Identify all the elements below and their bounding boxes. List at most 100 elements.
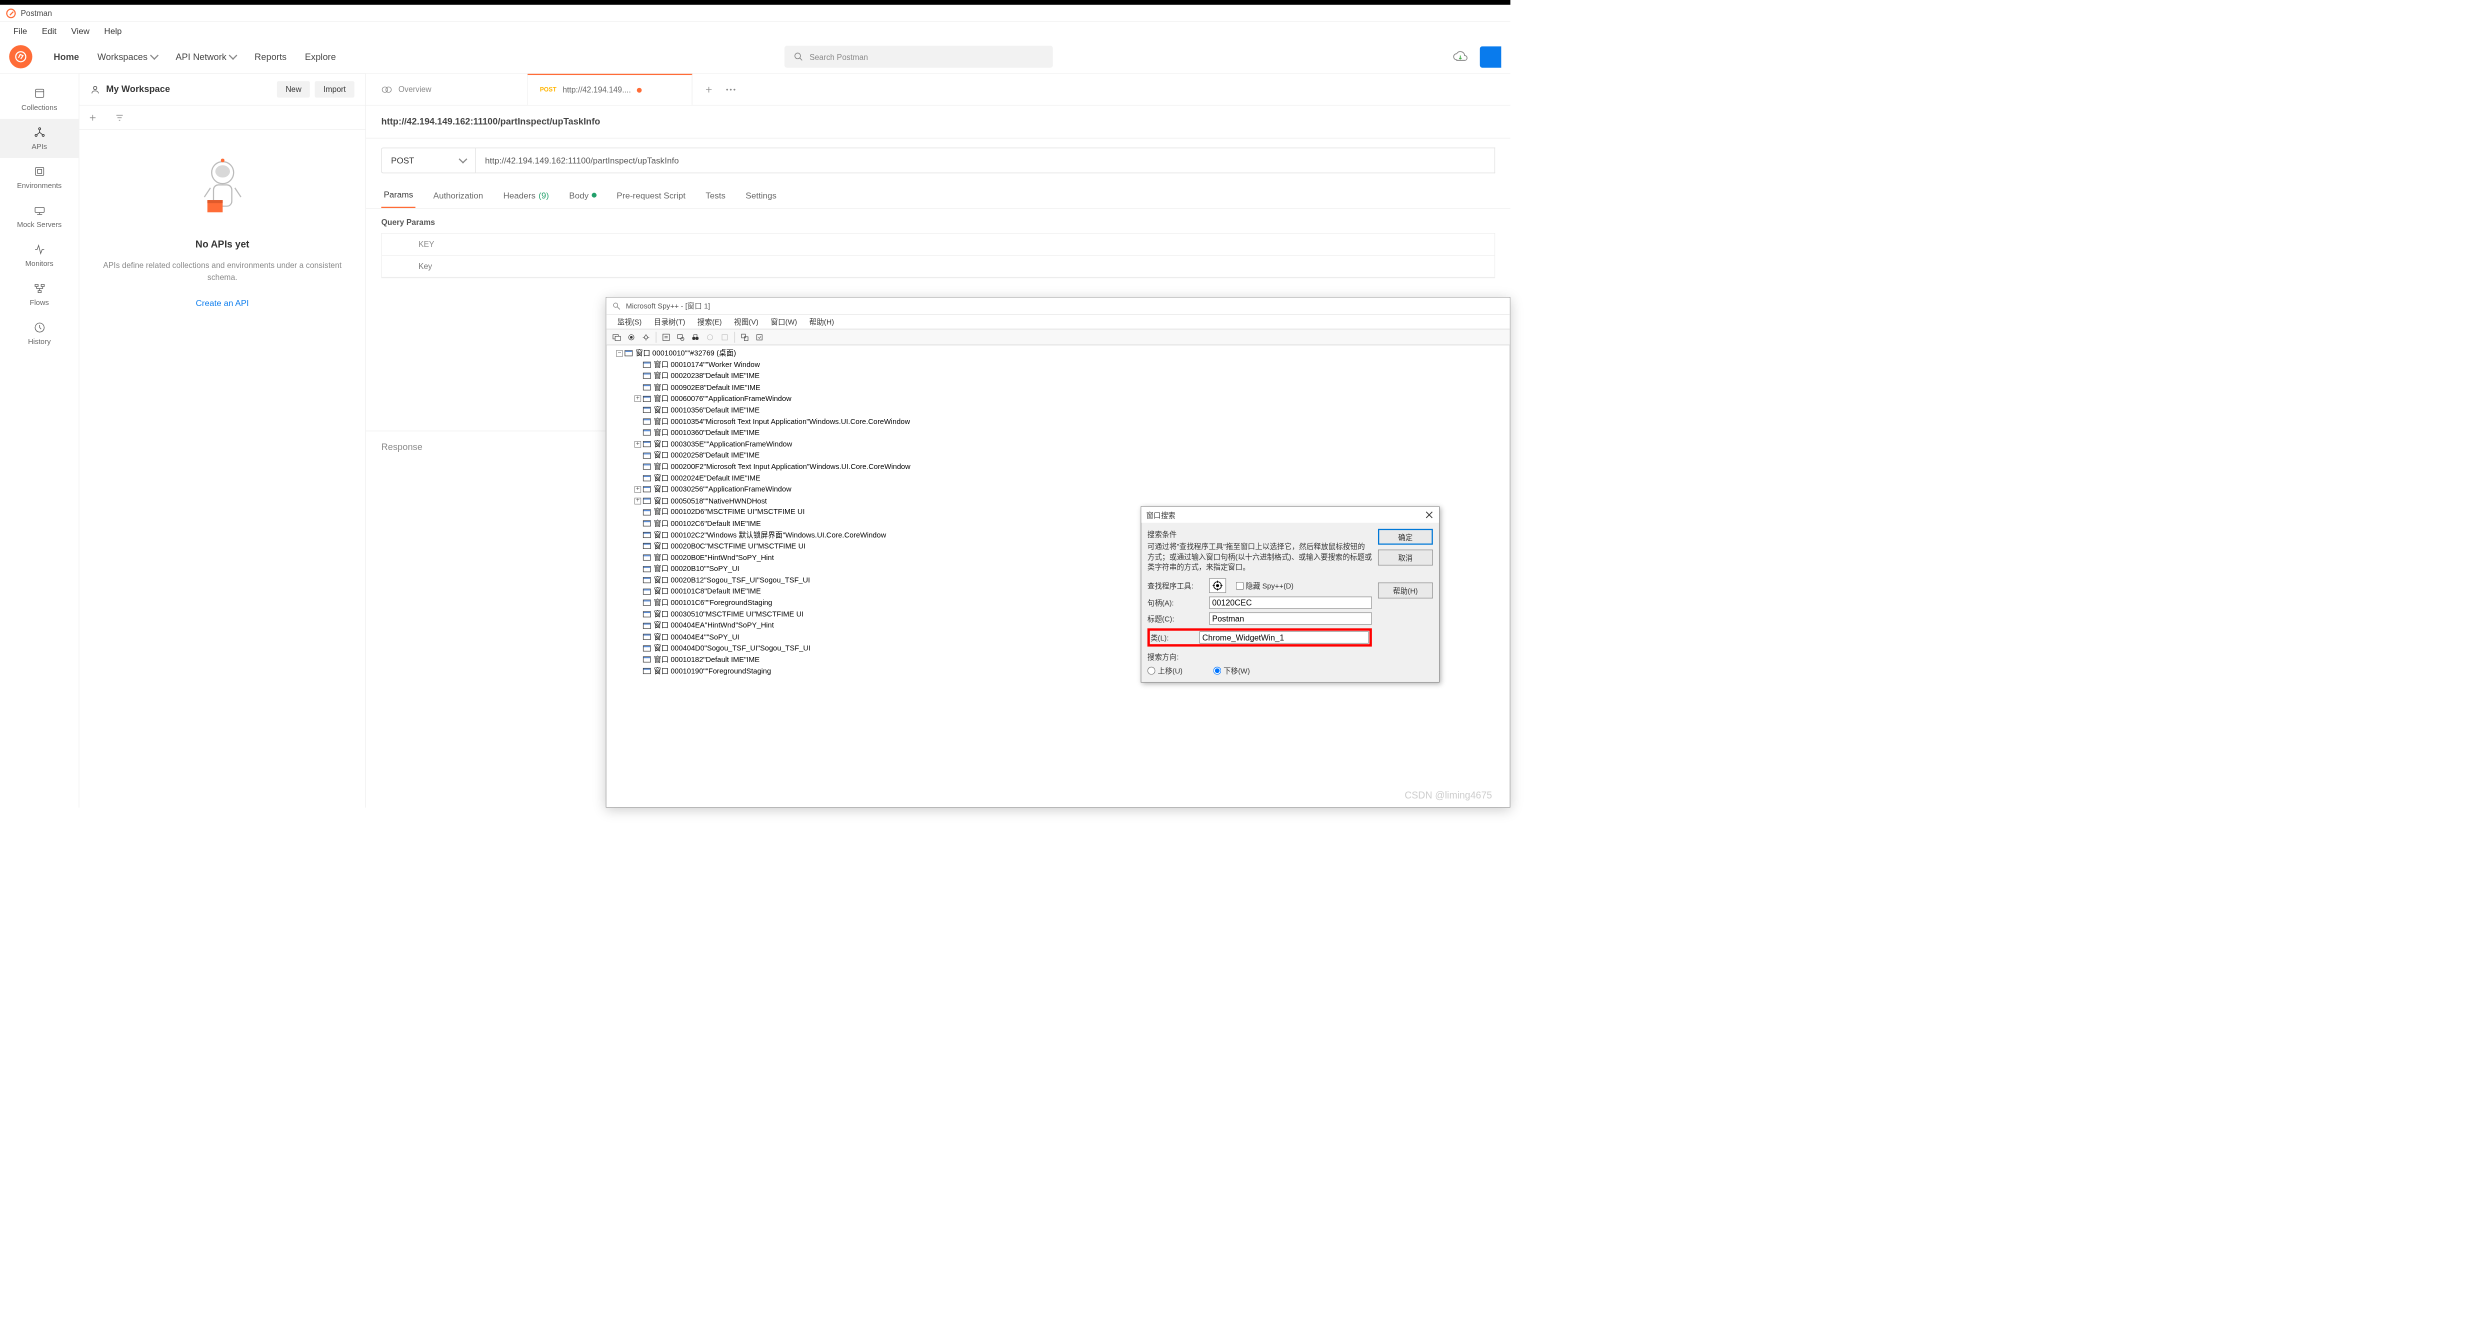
tab-overview[interactable]: Overview	[369, 74, 528, 105]
direction-up[interactable]: 上移(U)	[1147, 666, 1182, 676]
tree-expander-icon[interactable]: +	[634, 441, 641, 448]
hide-spy-checkbox-input[interactable]	[1236, 582, 1244, 590]
ok-button[interactable]: 确定	[1378, 529, 1433, 545]
close-button[interactable]	[1424, 510, 1434, 520]
tree-node[interactable]: 窗口 00010356"Default IME"IME	[611, 404, 1505, 415]
subtab-tests[interactable]: Tests	[703, 182, 728, 208]
subtab-settings[interactable]: Settings	[743, 182, 779, 208]
nav-home[interactable]: Home	[45, 52, 89, 62]
cancel-button[interactable]: 取消	[1378, 550, 1433, 566]
sync-button[interactable]	[1449, 46, 1470, 67]
subtab-prerequest[interactable]: Pre-request Script	[614, 182, 688, 208]
tree-node[interactable]: +窗口 00060076""ApplicationFrameWindow	[611, 393, 1505, 404]
tree-node[interactable]: 窗口 00010174""Worker Window	[611, 359, 1505, 370]
tb-properties-icon[interactable]	[738, 331, 751, 343]
up-radio[interactable]	[1147, 667, 1155, 675]
spy-menu-view[interactable]: 视图(V)	[728, 317, 765, 327]
class-input[interactable]	[1199, 632, 1369, 644]
tree-node[interactable]: −窗口 00010010""#32769 (桌面)	[611, 348, 1505, 359]
table-row[interactable]	[382, 256, 1495, 278]
window-search-dialog[interactable]: 窗口搜索 搜索条件 可通过将"查找程序工具"拖至窗口上以选择它，然后释放鼠标按钮…	[1141, 506, 1440, 683]
tree-node[interactable]: + 窗口 00030256""ApplicationFrameWindow	[611, 484, 1505, 495]
tree-expander-icon[interactable]: −	[616, 350, 623, 357]
spy-title-bar[interactable]: Microsoft Spy++ - [窗口 1]	[606, 298, 1509, 315]
help-button[interactable]: 帮助(H)	[1378, 583, 1433, 599]
spy-menu-watch[interactable]: 监视(S)	[611, 317, 648, 327]
subtab-headers[interactable]: Headers (9)	[501, 182, 552, 208]
tb-log-icon[interactable]	[659, 331, 672, 343]
rail-flows-label: Flows	[30, 298, 49, 307]
tree-node-label: 窗口 00030256""ApplicationFrameWindow	[654, 484, 791, 495]
tb-processes-icon[interactable]	[625, 331, 638, 343]
down-radio[interactable]	[1213, 667, 1221, 675]
postman-small-logo-icon	[6, 8, 16, 18]
spy-menu-search[interactable]: 搜索(E)	[691, 317, 728, 327]
nav-api-network-label: API Network	[176, 52, 227, 62]
rail-apis[interactable]: APIs	[0, 119, 79, 158]
subtab-params[interactable]: Params	[381, 182, 415, 208]
invite-button[interactable]	[1480, 46, 1501, 67]
menu-help[interactable]: Help	[97, 26, 129, 36]
rail-monitors[interactable]: Monitors	[0, 236, 79, 275]
direction-down[interactable]: 下移(W)	[1213, 666, 1250, 676]
tree-node[interactable]: 窗口 0002024E"Default IME"IME	[611, 472, 1505, 483]
tb-binoculars-icon[interactable]	[689, 331, 702, 343]
tree-node[interactable]: 窗口 00020258"Default IME"IME	[611, 450, 1505, 461]
url-input[interactable]: http://42.194.149.162:11100/partInspect/…	[476, 148, 1495, 174]
handle-input[interactable]	[1209, 597, 1372, 609]
dialog-title-bar[interactable]: 窗口搜索	[1141, 507, 1439, 523]
spy-menu-help[interactable]: 帮助(H)	[803, 317, 840, 327]
finder-tool[interactable]	[1209, 579, 1226, 594]
tree-expander-icon[interactable]: +	[634, 486, 641, 493]
tree-node[interactable]: 窗口 000902E8"Default IME"IME	[611, 382, 1505, 393]
tree-expander-icon[interactable]: +	[634, 497, 641, 504]
menu-view[interactable]: View	[64, 26, 97, 36]
tree-node[interactable]: 窗口 000200F2"Microsoft Text Input Applica…	[611, 461, 1505, 472]
tab-options-button[interactable]	[725, 88, 736, 92]
postman-logo-icon[interactable]	[9, 45, 32, 68]
tb-threads-icon[interactable]	[639, 331, 652, 343]
new-tab-button[interactable]	[705, 85, 714, 94]
key-input[interactable]	[418, 262, 1483, 271]
search-hint: 可通过将"查找程序工具"拖至窗口上以选择它，然后释放鼠标按钮的方式；或通过输入窗…	[1147, 542, 1371, 573]
nav-explore[interactable]: Explore	[296, 52, 345, 62]
import-button[interactable]: Import	[315, 81, 355, 97]
rail-history[interactable]: History	[0, 314, 79, 353]
method-select[interactable]: POST	[381, 148, 476, 174]
tb-find-window-icon[interactable]	[674, 331, 687, 343]
tree-node[interactable]: 窗口 00010360"Default IME"IME	[611, 427, 1505, 438]
tab-request[interactable]: POST http://42.194.149....	[528, 74, 693, 105]
tree-node[interactable]: 窗口 00010354"Microsoft Text Input Applica…	[611, 416, 1505, 427]
tree-node[interactable]: +窗口 0003035E""ApplicationFrameWindow	[611, 438, 1505, 449]
rail-mock-servers[interactable]: Mock Servers	[0, 197, 79, 236]
spy-menu-tree[interactable]: 目录树(T)	[648, 317, 692, 327]
create-api-link[interactable]: Create an API	[196, 298, 249, 308]
subtab-body[interactable]: Body	[567, 182, 599, 208]
nav-workspaces[interactable]: Workspaces	[88, 52, 166, 62]
spy-menu-window[interactable]: 窗口(W)	[765, 317, 804, 327]
tree-node[interactable]: +窗口 00050518""NativeHWNDHost	[611, 495, 1505, 506]
tree-expander-icon[interactable]: +	[634, 395, 641, 402]
tree-node[interactable]: 窗口 00020238"Default IME"IME	[611, 370, 1505, 381]
tb-refresh-icon[interactable]	[753, 331, 766, 343]
menu-edit[interactable]: Edit	[35, 26, 64, 36]
caption-input[interactable]	[1209, 613, 1372, 625]
app-title: Postman	[21, 9, 52, 18]
filter-icon[interactable]	[115, 113, 124, 122]
nav-reports[interactable]: Reports	[245, 52, 295, 62]
tb-disabled1-icon	[703, 331, 716, 343]
rail-environments[interactable]: Environments	[0, 158, 79, 197]
hide-spy-checkbox[interactable]: 隐藏 Spy++(D)	[1236, 581, 1294, 591]
subtab-authorization[interactable]: Authorization	[431, 182, 486, 208]
tree-node-label: 窗口 00010190""ForegroundStaging	[654, 665, 771, 676]
rail-flows[interactable]: Flows	[0, 275, 79, 314]
rail-collections[interactable]: Collections	[0, 80, 79, 119]
search-input[interactable]: Search Postman	[784, 46, 1052, 68]
workspace-name[interactable]: My Workspace	[106, 84, 272, 94]
tb-windows-icon[interactable]	[610, 331, 623, 343]
plus-icon[interactable]	[88, 113, 97, 122]
nav-api-network[interactable]: API Network	[167, 52, 246, 62]
astronaut-illustration-icon	[192, 154, 253, 227]
menu-file[interactable]: File	[6, 26, 34, 36]
new-button[interactable]: New	[277, 81, 310, 97]
